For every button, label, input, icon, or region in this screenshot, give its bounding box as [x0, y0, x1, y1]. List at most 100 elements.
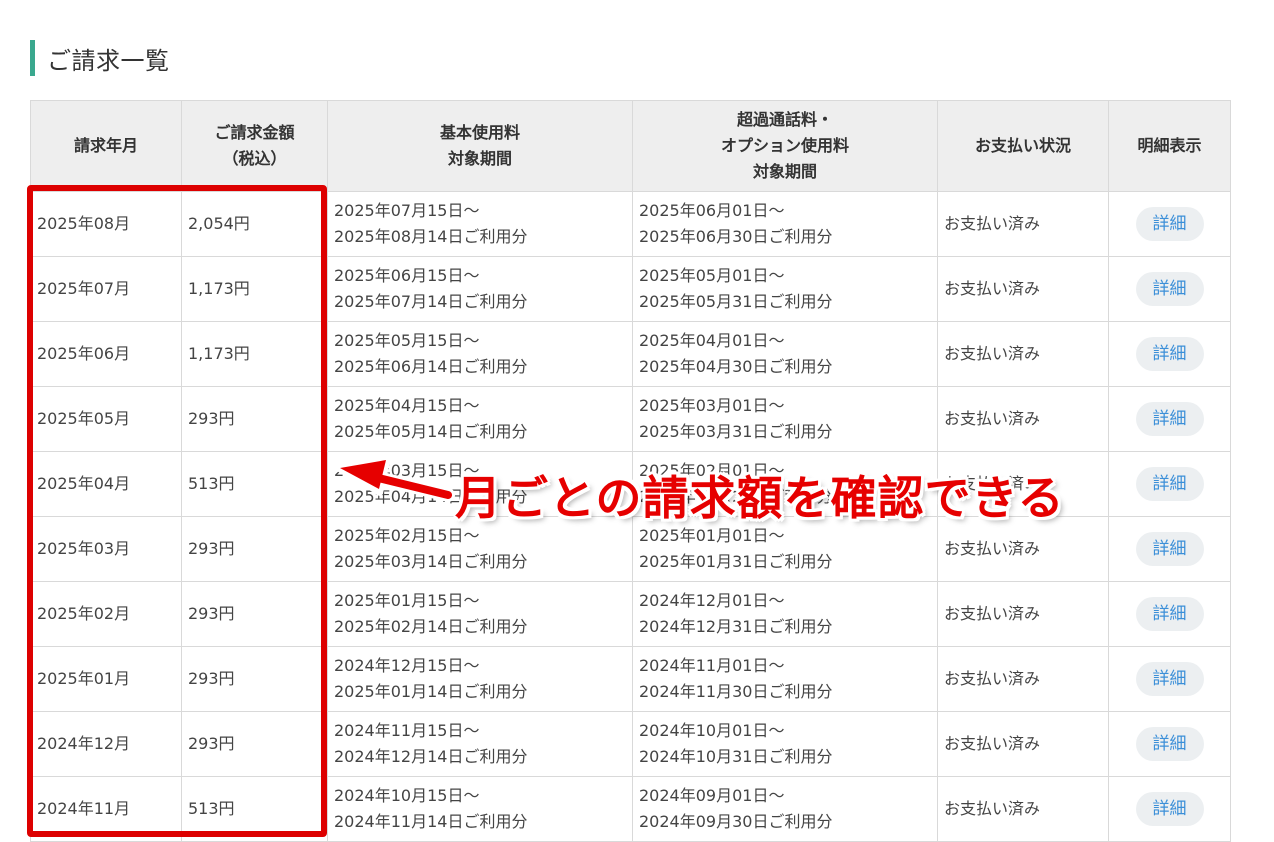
- cell-billing-month: 2025年05月: [30, 386, 182, 452]
- table-row: 2025年08月 2,054円 2025年07月15日〜 2025年08月14日ご利用…: [30, 191, 1231, 257]
- title-accent-bar: [30, 40, 35, 76]
- cell-billing-month: 2025年04月: [30, 451, 182, 517]
- extra-period-to: 2024年09月30日ご利用分: [639, 812, 833, 831]
- details-button[interactable]: 詳細: [1135, 597, 1204, 631]
- annotation-text: 月ごとの請求額を確認できる: [455, 471, 1065, 525]
- cell-amount: 293円: [181, 516, 328, 582]
- cell-payment-status: お支払い済み: [937, 776, 1109, 842]
- extra-period-to: 2024年12月31日ご利用分: [639, 617, 833, 636]
- page-title: ご請求一覧: [47, 46, 170, 75]
- basic-period-to: 2025年01月14日ご利用分: [334, 682, 528, 701]
- cell-extra-period: 2024年09月01日〜 2024年09月30日ご利用分: [632, 776, 938, 842]
- cell-billing-month: 2025年01月: [30, 646, 182, 712]
- cell-details: 詳細: [1108, 321, 1231, 387]
- cell-billing-month: 2024年12月: [30, 711, 182, 777]
- basic-period-to: 2025年03月14日ご利用分: [334, 552, 528, 571]
- basic-period-from: 2025年04月15日〜: [334, 396, 480, 415]
- table-row: 2024年11月 513円 2024年10月15日〜 2024年11月14日ご利用分 2…: [30, 776, 1231, 842]
- page-title-container: ご請求一覧: [30, 40, 170, 76]
- details-button[interactable]: 詳細: [1135, 532, 1204, 566]
- header-billing-month: 請求年月: [30, 100, 182, 192]
- cell-extra-period: 2025年05月01日〜 2025年05月31日ご利用分: [632, 256, 938, 322]
- cell-amount: 293円: [181, 711, 328, 777]
- table-row: 2024年12月 293円 2024年11月15日〜 2024年12月14日ご利用分 2…: [30, 711, 1231, 777]
- extra-period-from: 2025年03月01日〜: [639, 396, 785, 415]
- extra-period-to: 2025年06月30日ご利用分: [639, 227, 833, 246]
- header-basic-period: 基本使用料 対象期間: [327, 100, 633, 192]
- cell-extra-period: 2024年11月01日〜 2024年11月30日ご利用分: [632, 646, 938, 712]
- extra-period-to: 2025年04月30日ご利用分: [639, 357, 833, 376]
- basic-period-to: 2025年02月14日ご利用分: [334, 617, 528, 636]
- cell-basic-period: 2025年04月15日〜 2025年05月14日ご利用分: [327, 386, 633, 452]
- cell-amount: 513円: [181, 776, 328, 842]
- basic-period-to: 2025年05月14日ご利用分: [334, 422, 528, 441]
- details-button[interactable]: 詳細: [1135, 272, 1204, 306]
- details-button[interactable]: 詳細: [1135, 207, 1204, 241]
- extra-period-to: 2024年10月31日ご利用分: [639, 747, 833, 766]
- header-amount: ご請求金額 （税込）: [181, 100, 328, 192]
- cell-details: 詳細: [1108, 386, 1231, 452]
- details-button[interactable]: 詳細: [1135, 727, 1204, 761]
- extra-period-from: 2025年05月01日〜: [639, 266, 785, 285]
- cell-basic-period: 2024年11月15日〜 2024年12月14日ご利用分: [327, 711, 633, 777]
- extra-period-to: 2025年01月31日ご利用分: [639, 552, 833, 571]
- cell-details: 詳細: [1108, 711, 1231, 777]
- cell-extra-period: 2025年04月01日〜 2025年04月30日ご利用分: [632, 321, 938, 387]
- cell-amount: 1,173円: [181, 321, 328, 387]
- cell-extra-period: 2025年03月01日〜 2025年03月31日ご利用分: [632, 386, 938, 452]
- extra-period-from: 2024年11月01日〜: [639, 656, 785, 675]
- details-button[interactable]: 詳細: [1135, 792, 1204, 826]
- extra-period-to: 2025年05月31日ご利用分: [639, 292, 833, 311]
- cell-extra-period: 2024年12月01日〜 2024年12月31日ご利用分: [632, 581, 938, 647]
- cell-basic-period: 2025年01月15日〜 2025年02月14日ご利用分: [327, 581, 633, 647]
- cell-details: 詳細: [1108, 516, 1231, 582]
- basic-period-from: 2025年06月15日〜: [334, 266, 480, 285]
- table-row: 2025年02月 293円 2025年01月15日〜 2025年02月14日ご利用分 2…: [30, 581, 1231, 647]
- cell-billing-month: 2025年03月: [30, 516, 182, 582]
- basic-period-from: 2025年05月15日〜: [334, 331, 480, 350]
- cell-basic-period: 2025年05月15日〜 2025年06月14日ご利用分: [327, 321, 633, 387]
- cell-details: 詳細: [1108, 776, 1231, 842]
- details-button[interactable]: 詳細: [1135, 337, 1204, 371]
- cell-basic-period: 2024年10月15日〜 2024年11月14日ご利用分: [327, 776, 633, 842]
- header-extra-period: 超過通話料・ オプション使用料 対象期間: [632, 100, 938, 192]
- cell-billing-month: 2025年06月: [30, 321, 182, 387]
- extra-period-from: 2025年06月01日〜: [639, 201, 785, 220]
- cell-billing-month: 2025年02月: [30, 581, 182, 647]
- cell-details: 詳細: [1108, 581, 1231, 647]
- cell-payment-status: お支払い済み: [937, 386, 1109, 452]
- cell-basic-period: 2024年12月15日〜 2025年01月14日ご利用分: [327, 646, 633, 712]
- extra-period-to: 2024年11月30日ご利用分: [639, 682, 833, 701]
- basic-period-to: 2025年08月14日ご利用分: [334, 227, 528, 246]
- cell-details: 詳細: [1108, 451, 1231, 517]
- header-details: 明細表示: [1108, 100, 1231, 192]
- cell-amount: 293円: [181, 646, 328, 712]
- cell-extra-period: 2025年06月01日〜 2025年06月30日ご利用分: [632, 191, 938, 257]
- cell-payment-status: お支払い済み: [937, 646, 1109, 712]
- cell-details: 詳細: [1108, 646, 1231, 712]
- basic-period-to: 2025年07月14日ご利用分: [334, 292, 528, 311]
- cell-payment-status: お支払い済み: [937, 581, 1109, 647]
- basic-period-from: 2025年01月15日〜: [334, 591, 480, 610]
- basic-period-from: 2024年10月15日〜: [334, 786, 480, 805]
- details-button[interactable]: 詳細: [1135, 662, 1204, 696]
- extra-period-from: 2024年12月01日〜: [639, 591, 785, 610]
- extra-period-to: 2025年03月31日ご利用分: [639, 422, 833, 441]
- basic-period-from: 2025年07月15日〜: [334, 201, 480, 220]
- table-header-row: 請求年月 ご請求金額 （税込） 基本使用料 対象期間 超過通話料・ オプション使…: [30, 100, 1231, 192]
- details-button[interactable]: 詳細: [1135, 467, 1204, 501]
- extra-period-from: 2024年10月01日〜: [639, 721, 785, 740]
- cell-billing-month: 2024年11月: [30, 776, 182, 842]
- details-button[interactable]: 詳細: [1135, 402, 1204, 436]
- basic-period-to: 2024年12月14日ご利用分: [334, 747, 528, 766]
- extra-period-from: 2025年04月01日〜: [639, 331, 785, 350]
- cell-amount: 513円: [181, 451, 328, 517]
- table-row: 2025年07月 1,173円 2025年06月15日〜 2025年07月14日ご利用…: [30, 256, 1231, 322]
- table-row: 2025年01月 293円 2024年12月15日〜 2025年01月14日ご利用分 2…: [30, 646, 1231, 712]
- cell-amount: 293円: [181, 581, 328, 647]
- cell-extra-period: 2024年10月01日〜 2024年10月31日ご利用分: [632, 711, 938, 777]
- basic-period-from: 2024年11月15日〜: [334, 721, 480, 740]
- cell-details: 詳細: [1108, 256, 1231, 322]
- cell-details: 詳細: [1108, 191, 1231, 257]
- basic-period-from: 2024年12月15日〜: [334, 656, 480, 675]
